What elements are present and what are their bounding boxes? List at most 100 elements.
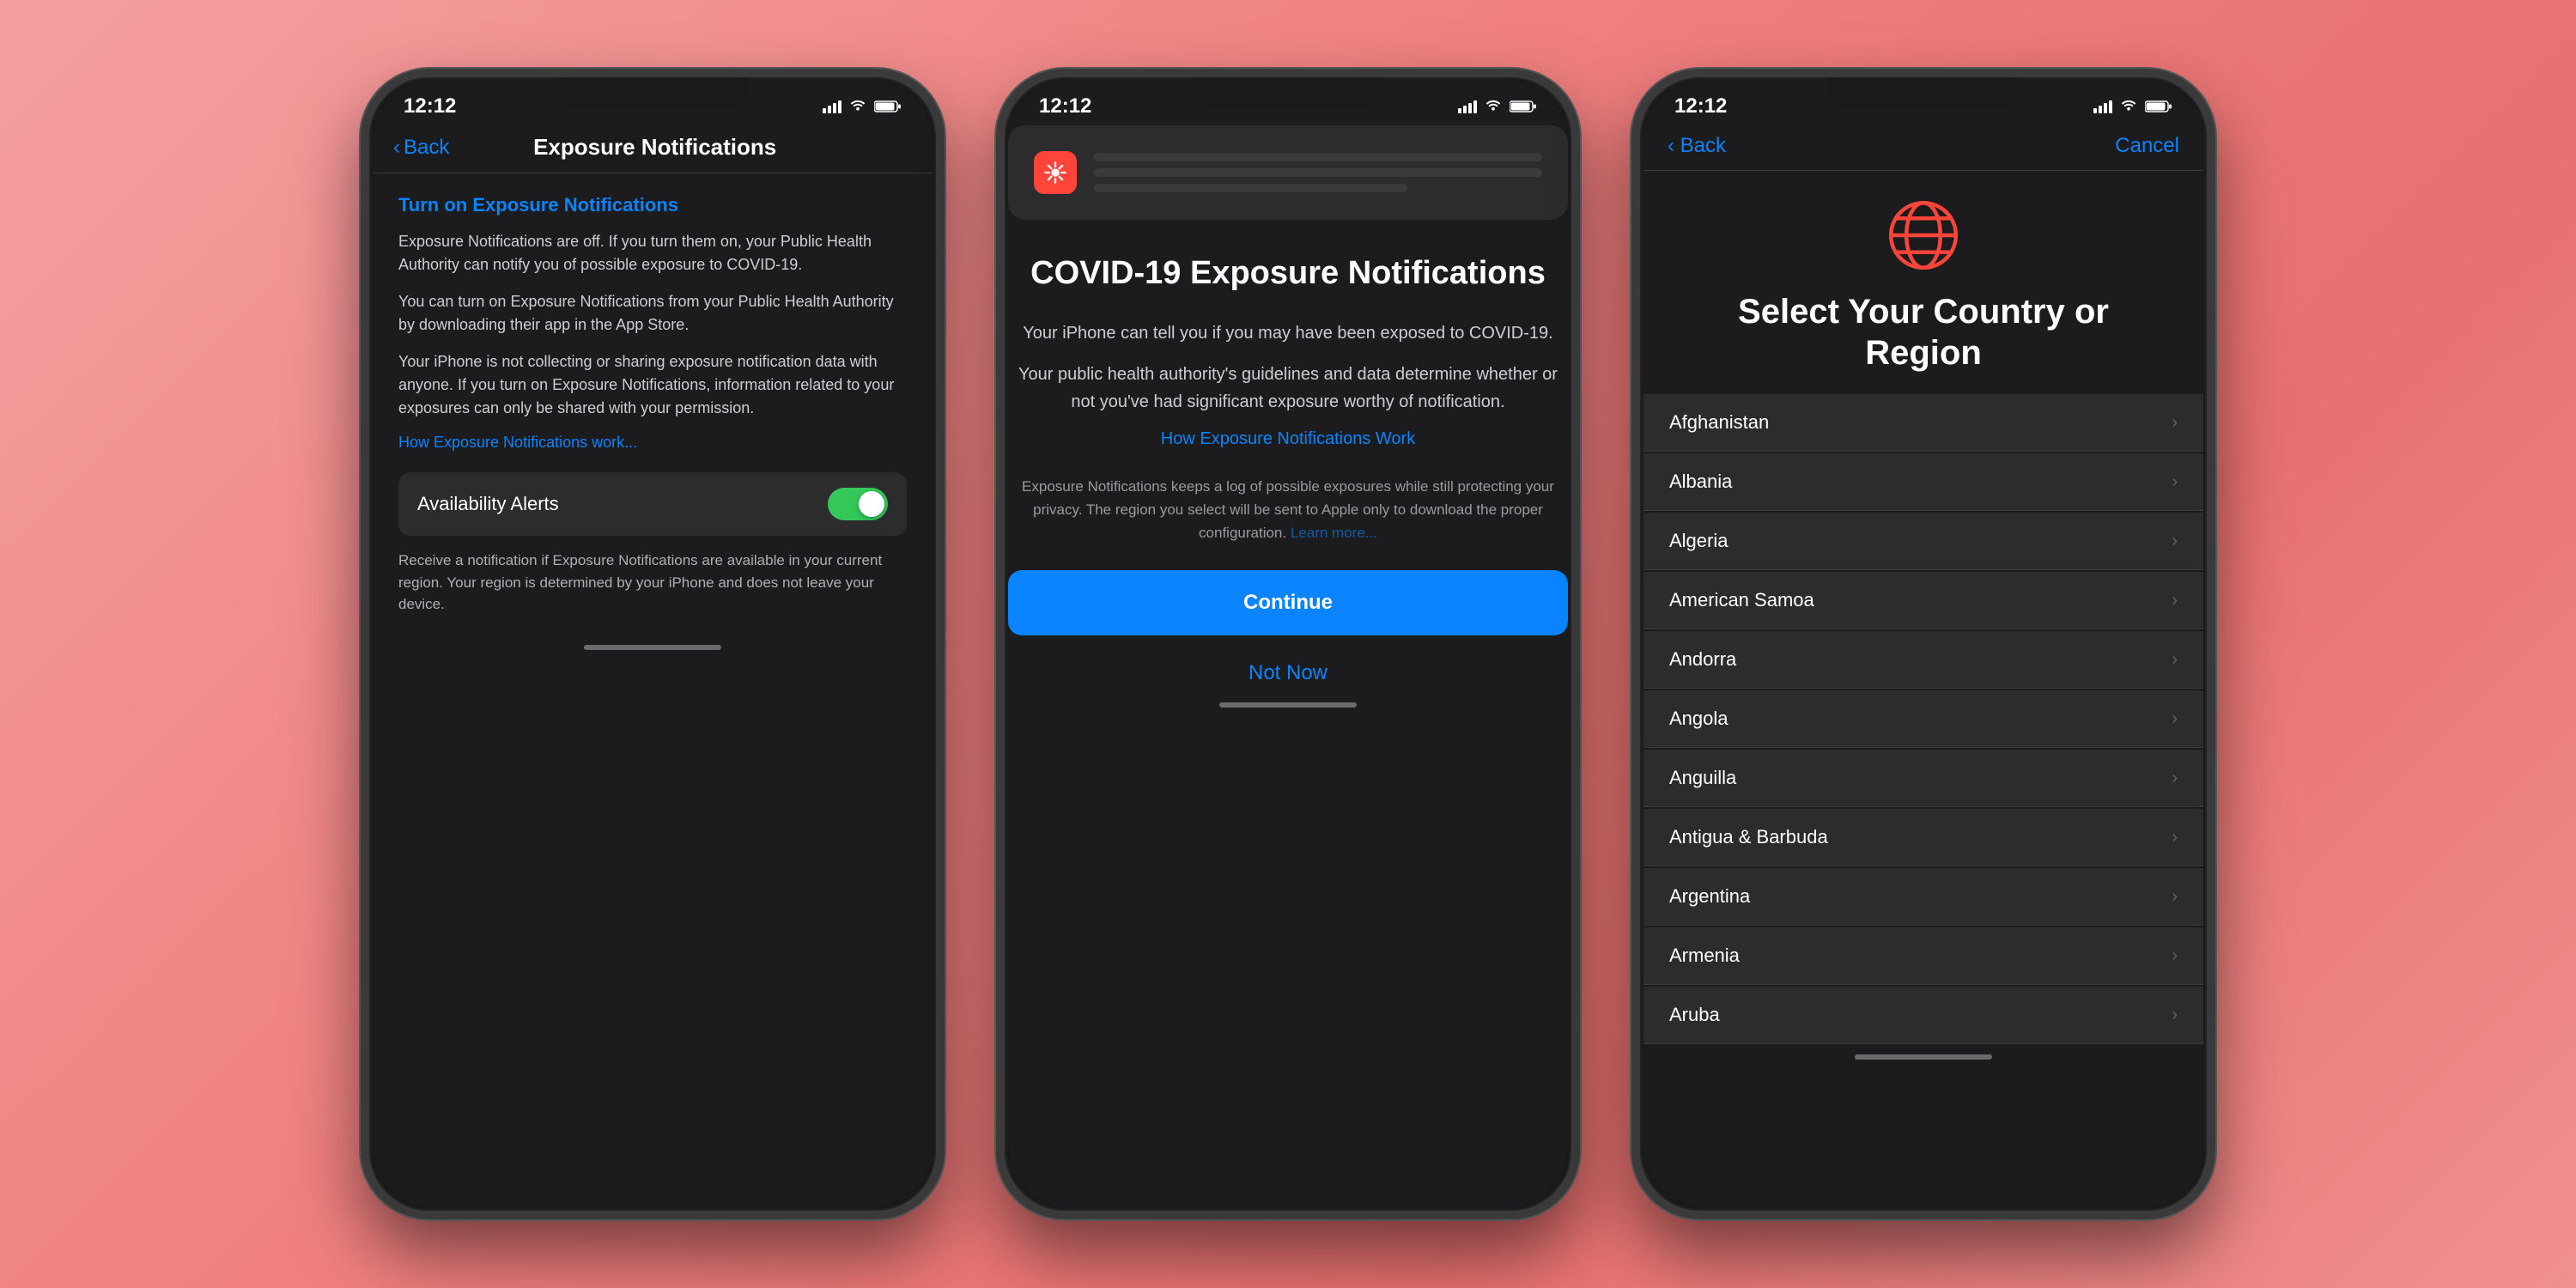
status-bar-2: 12:12 xyxy=(1008,81,1568,125)
chevron-icon: › xyxy=(2172,887,2178,907)
notif-line-2 xyxy=(1094,168,1542,177)
chevron-icon: › xyxy=(2172,769,2178,788)
paragraph-1c: Your iPhone is not collecting or sharing… xyxy=(398,350,907,420)
back-button-3[interactable]: ‹ Back xyxy=(1668,134,1726,158)
not-now-button[interactable]: Not Now xyxy=(1008,653,1568,694)
list-item[interactable]: Argentina › xyxy=(1643,868,2203,926)
country-name: Armenia xyxy=(1669,945,1740,967)
list-item[interactable]: Albania › xyxy=(1643,453,2203,511)
nav-title-1: Exposure Notifications xyxy=(449,134,860,161)
toggle-row-1: Availability Alerts xyxy=(398,472,907,536)
home-indicator-2 xyxy=(1219,702,1357,708)
home-indicator-1 xyxy=(584,645,721,650)
chevron-icon: › xyxy=(2172,650,2178,670)
country-name: Andorra xyxy=(1669,648,1736,671)
country-name: Angola xyxy=(1669,708,1728,730)
settings-scroll: Turn on Exposure Notifications Exposure … xyxy=(373,173,933,636)
phone-1-inner: 12:12 ‹ Back Exposure Notifications Turn… xyxy=(373,81,933,1207)
battery-icon-3 xyxy=(2145,100,2172,113)
signal-icon-2 xyxy=(1458,100,1477,113)
chevron-icon: › xyxy=(2172,946,2178,966)
notif-line-3 xyxy=(1094,184,1407,192)
time-1: 12:12 xyxy=(404,94,456,118)
covid-desc-2: Your public health authority's guideline… xyxy=(1008,361,1568,416)
privacy-link[interactable]: Learn more... xyxy=(1291,525,1377,541)
virus-icon xyxy=(1043,161,1067,185)
phones-container: 12:12 ‹ Back Exposure Notifications Turn… xyxy=(361,69,2215,1219)
back-chevron-1: ‹ xyxy=(393,136,400,160)
home-indicator-3 xyxy=(1855,1054,1992,1060)
list-item[interactable]: Anguilla › xyxy=(1643,750,2203,807)
screen-2: COVID-19 Exposure Notifications Your iPh… xyxy=(1008,125,1568,694)
country-name: Aruba xyxy=(1669,1004,1720,1026)
list-item[interactable]: Afghanistan › xyxy=(1643,394,2203,452)
list-item[interactable]: Armenia › xyxy=(1643,927,2203,985)
phone-1: 12:12 ‹ Back Exposure Notifications Turn… xyxy=(361,69,945,1219)
country-name: Antigua & Barbuda xyxy=(1669,826,1828,848)
list-item[interactable]: Andorra › xyxy=(1643,631,2203,689)
country-list: Afghanistan › Albania › Algeria › Americ… xyxy=(1643,394,2203,1046)
status-bar-1: 12:12 xyxy=(373,81,933,125)
country-header: Select Your Country or Region xyxy=(1643,171,2203,394)
continue-button[interactable]: Continue xyxy=(1008,570,1568,635)
country-name: Albania xyxy=(1669,471,1732,493)
chevron-icon: › xyxy=(2172,1005,2178,1025)
chevron-icon: › xyxy=(2172,828,2178,848)
phone-3: 12:12 ‹ Back Cancel xyxy=(1631,69,2215,1219)
status-bar-3: 12:12 xyxy=(1643,81,2203,125)
chevron-icon: › xyxy=(2172,532,2178,551)
wifi-icon xyxy=(848,100,867,113)
signal-icon xyxy=(823,100,841,113)
back-chevron-3: ‹ xyxy=(1668,134,1680,157)
screen-1: Turn on Exposure Notifications Exposure … xyxy=(373,173,933,636)
status-icons-1 xyxy=(823,100,902,113)
country-name: Algeria xyxy=(1669,530,1728,552)
cancel-button-3[interactable]: Cancel xyxy=(2115,134,2179,158)
wifi-icon-2 xyxy=(1484,100,1503,113)
notif-line-1 xyxy=(1094,153,1542,161)
notif-lines xyxy=(1094,153,1542,192)
chevron-icon: › xyxy=(2172,709,2178,729)
back-label-3: Back xyxy=(1680,134,1726,157)
paragraph-1b: You can turn on Exposure Notifications f… xyxy=(398,290,907,337)
nav-bar-3: ‹ Back Cancel xyxy=(1643,125,2203,171)
list-item[interactable]: American Samoa › xyxy=(1643,572,2203,629)
chevron-icon: › xyxy=(2172,413,2178,433)
country-title: Select Your Country or Region xyxy=(1678,291,2169,374)
battery-icon-2 xyxy=(1510,100,1537,113)
section-title-1: Turn on Exposure Notifications xyxy=(398,194,907,216)
notif-icon xyxy=(1034,151,1077,194)
screen-3: ‹ Back Cancel Select Your Country or Reg… xyxy=(1643,125,2203,1046)
time-3: 12:12 xyxy=(1674,94,1727,118)
phone-2: 12:12 COVID-1 xyxy=(996,69,1580,1219)
covid-link[interactable]: How Exposure Notifications Work xyxy=(1008,429,1568,449)
chevron-icon: › xyxy=(2172,472,2178,492)
toggle-label-1: Availability Alerts xyxy=(417,493,559,515)
status-icons-2 xyxy=(1458,100,1537,113)
wifi-icon-3 xyxy=(2119,100,2138,113)
settings-link-1[interactable]: How Exposure Notifications work... xyxy=(398,434,907,452)
back-button-1[interactable]: ‹ Back xyxy=(393,136,449,160)
list-item[interactable]: Antigua & Barbuda › xyxy=(1643,809,2203,866)
list-item[interactable]: Algeria › xyxy=(1643,513,2203,570)
battery-icon xyxy=(874,100,902,113)
country-name: American Samoa xyxy=(1669,589,1814,611)
covid-privacy: Exposure Notifications keeps a log of po… xyxy=(1008,475,1568,545)
paragraph-1a: Exposure Notifications are off. If you t… xyxy=(398,230,907,276)
list-item[interactable]: Angola › xyxy=(1643,690,2203,748)
covid-title: COVID-19 Exposure Notifications xyxy=(1008,254,1568,294)
globe-icon xyxy=(1885,197,1962,274)
covid-desc-1: Your iPhone can tell you if you may have… xyxy=(1008,319,1568,347)
chevron-icon: › xyxy=(2172,591,2178,611)
country-name: Argentina xyxy=(1669,885,1750,908)
time-2: 12:12 xyxy=(1039,94,1091,118)
country-name: Afghanistan xyxy=(1669,411,1769,434)
phone-2-inner: 12:12 COVID-1 xyxy=(1008,81,1568,1207)
country-name: Anguilla xyxy=(1669,767,1736,789)
list-item[interactable]: Aruba › xyxy=(1643,987,2203,1044)
availability-toggle[interactable] xyxy=(828,488,888,520)
status-icons-3 xyxy=(2093,100,2172,113)
phone-3-inner: 12:12 ‹ Back Cancel xyxy=(1643,81,2203,1207)
notification-card xyxy=(1008,125,1568,220)
toggle-desc-1: Receive a notification if Exposure Notif… xyxy=(398,550,907,616)
